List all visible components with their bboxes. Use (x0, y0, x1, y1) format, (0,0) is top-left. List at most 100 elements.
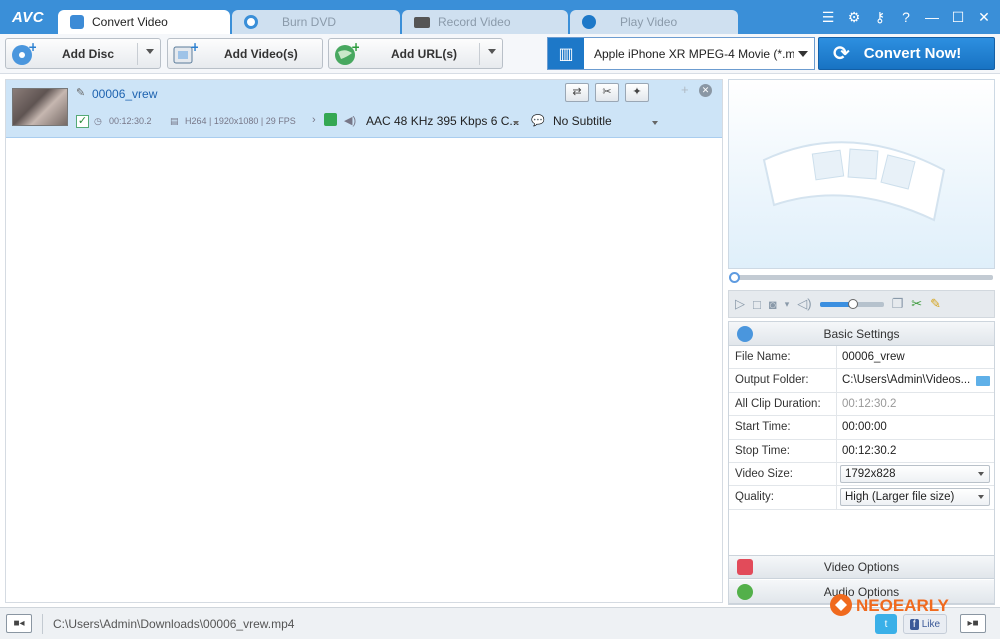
toggle-panel-icon[interactable]: ■◂ (6, 614, 32, 633)
help-icon[interactable]: ? (898, 9, 914, 25)
file-duration: 00:12:30.2 (109, 116, 152, 126)
basic-settings-title: Basic Settings (823, 326, 900, 341)
svg-text:+: + (190, 42, 198, 54)
quality-select[interactable]: High (Larger file size) (840, 488, 990, 507)
subtitle-icon: 💬 (531, 115, 545, 127)
play-icon[interactable]: ▷ (735, 296, 745, 312)
record-icon (414, 16, 430, 28)
add-videos-button[interactable]: + Add Video(s) (167, 38, 323, 69)
plus-icon[interactable]: + (681, 82, 689, 97)
video-options-title: Video Options (823, 560, 900, 574)
output-profile-label: Apple iPhone XR MPEG-4 Movie (*.m... (594, 46, 794, 61)
convert-now-label: Convert Now! (863, 45, 962, 62)
setting-label: Output Folder: (729, 369, 837, 392)
svg-text:+: + (351, 42, 359, 54)
list-icon[interactable]: ☰ (820, 9, 836, 25)
refresh-icon: ⟳ (833, 43, 850, 65)
player-controls: ▷ □ ◙ ▾ ◁) ❐ ✂ ✎ (728, 290, 995, 318)
convert-video-icon (70, 15, 84, 29)
disc-icon (244, 15, 258, 29)
chevron-down-icon[interactable] (146, 49, 154, 54)
play-icon (582, 15, 596, 29)
quality-value: High (Larger file size) (845, 491, 955, 504)
tab-label: Play Video (620, 15, 678, 29)
scissors-icon[interactable]: ✂ (911, 296, 922, 312)
svg-text:+: + (28, 42, 36, 54)
remove-file-icon[interactable]: ✕ (699, 84, 712, 97)
volume-icon[interactable]: ◁) (797, 296, 811, 312)
phone-icon: ▥ (548, 38, 584, 69)
video-options-header[interactable]: Video Options (729, 555, 994, 579)
folder-icon[interactable] (976, 376, 990, 387)
file-checkbox[interactable]: ✓ (76, 115, 89, 128)
setting-label: File Name: (729, 346, 837, 369)
tab-convert-video[interactable]: Convert Video (58, 10, 230, 34)
tab-play-video[interactable]: Play Video (570, 10, 738, 34)
close-icon[interactable]: ✕ (976, 9, 992, 25)
camera-icon[interactable]: ◙ (769, 297, 777, 312)
tab-label: Record Video (438, 15, 511, 29)
svg-text:NEOEARLY: NEOEARLY (856, 596, 950, 615)
basic-settings-header[interactable]: Basic Settings (729, 322, 994, 346)
chevron-right-icon: › (312, 114, 316, 126)
add-disc-button[interactable]: + Add Disc (5, 38, 161, 69)
stop-time-field[interactable]: 00:12:30.2 (837, 440, 994, 462)
tab-burn-dvd[interactable]: Burn DVD (232, 10, 400, 34)
tab-label: Burn DVD (282, 15, 337, 29)
file-list: ✎ 00006_vrew ✓ ◷ 00:12:30.2 ▤ H264 | 192… (5, 79, 723, 603)
video-info: H264 | 1920x1080 | 29 FPS (185, 116, 296, 126)
film-icon: ▤ (170, 116, 179, 126)
file-name-row: File Name: 00006_vrew (729, 346, 994, 370)
video-preview (728, 79, 995, 269)
key-icon[interactable]: ⚷ (872, 9, 888, 25)
start-time-field[interactable]: 00:00:00 (837, 416, 994, 438)
app-logo: AVC (12, 9, 45, 26)
globe-add-icon: + (333, 42, 359, 66)
copy-icon[interactable]: ❐ (892, 296, 904, 312)
tab-record-video[interactable]: Record Video (402, 10, 568, 34)
seek-bar[interactable] (728, 271, 995, 285)
swap-icon[interactable]: ⇄ (565, 83, 589, 102)
volume-slider[interactable] (819, 298, 884, 309)
facebook-icon: f (909, 618, 919, 630)
setting-label: Start Time: (729, 416, 837, 439)
chevron-down-icon (978, 471, 984, 476)
scissors-icon[interactable]: ✂ (595, 83, 619, 102)
magic-wand-icon[interactable]: ✦ (625, 83, 649, 102)
video-size-row: Video Size: 1792x828 (729, 462, 994, 487)
output-folder-row: Output Folder: C:\Users\Admin\Videos... (729, 369, 994, 393)
audio-track-select[interactable]: AAC 48 KHz 395 Kbps 6 C... (366, 114, 519, 128)
add-url-button[interactable]: + Add URL(s) (328, 38, 503, 69)
maximize-icon[interactable]: ☐ (950, 9, 966, 25)
minimize-icon[interactable]: — (924, 9, 940, 25)
chevron-down-icon[interactable] (652, 117, 658, 127)
tab-label: Convert Video (92, 15, 168, 29)
file-name-field[interactable]: 00006_vrew (837, 346, 994, 368)
film-strip-icon (762, 141, 946, 222)
output-folder-field[interactable]: C:\Users\Admin\Videos... (837, 369, 994, 391)
setting-label: Quality: (729, 486, 837, 509)
file-row[interactable]: ✎ 00006_vrew ✓ ◷ 00:12:30.2 ▤ H264 | 192… (6, 80, 722, 138)
chevron-down-icon[interactable] (513, 117, 519, 127)
gear-icon[interactable]: ⚙ (846, 9, 862, 25)
setting-label: All Clip Duration: (729, 392, 837, 416)
subtitle-select[interactable]: No Subtitle (553, 114, 612, 128)
video-size-select[interactable]: 1792x828 (840, 464, 990, 483)
audio-track-icon (324, 113, 337, 126)
chevron-down-icon[interactable]: ▾ (785, 299, 790, 310)
stop-time-row: Stop Time: 00:12:30.2 (729, 439, 994, 463)
edit-name-icon[interactable]: ✎ (76, 86, 85, 99)
magic-wand-icon[interactable]: ✎ (930, 296, 941, 312)
settings-panel: Basic Settings File Name: 00006_vrew Out… (728, 321, 995, 605)
watermark-logo: NEOEARLY (828, 592, 988, 618)
convert-now-button[interactable]: ⟳ Convert Now! (818, 37, 995, 70)
seek-handle[interactable] (729, 272, 740, 283)
chevron-down-icon[interactable] (488, 49, 496, 54)
setting-label: Stop Time: (729, 439, 837, 462)
film-add-icon: + (172, 42, 198, 66)
stop-icon[interactable]: □ (753, 297, 761, 312)
disc-add-icon: + (10, 42, 36, 66)
output-profile-select[interactable]: ▥ Apple iPhone XR MPEG-4 Movie (*.m... (547, 37, 815, 70)
file-name[interactable]: 00006_vrew (92, 87, 157, 101)
add-disc-label: Add Disc (62, 46, 115, 61)
